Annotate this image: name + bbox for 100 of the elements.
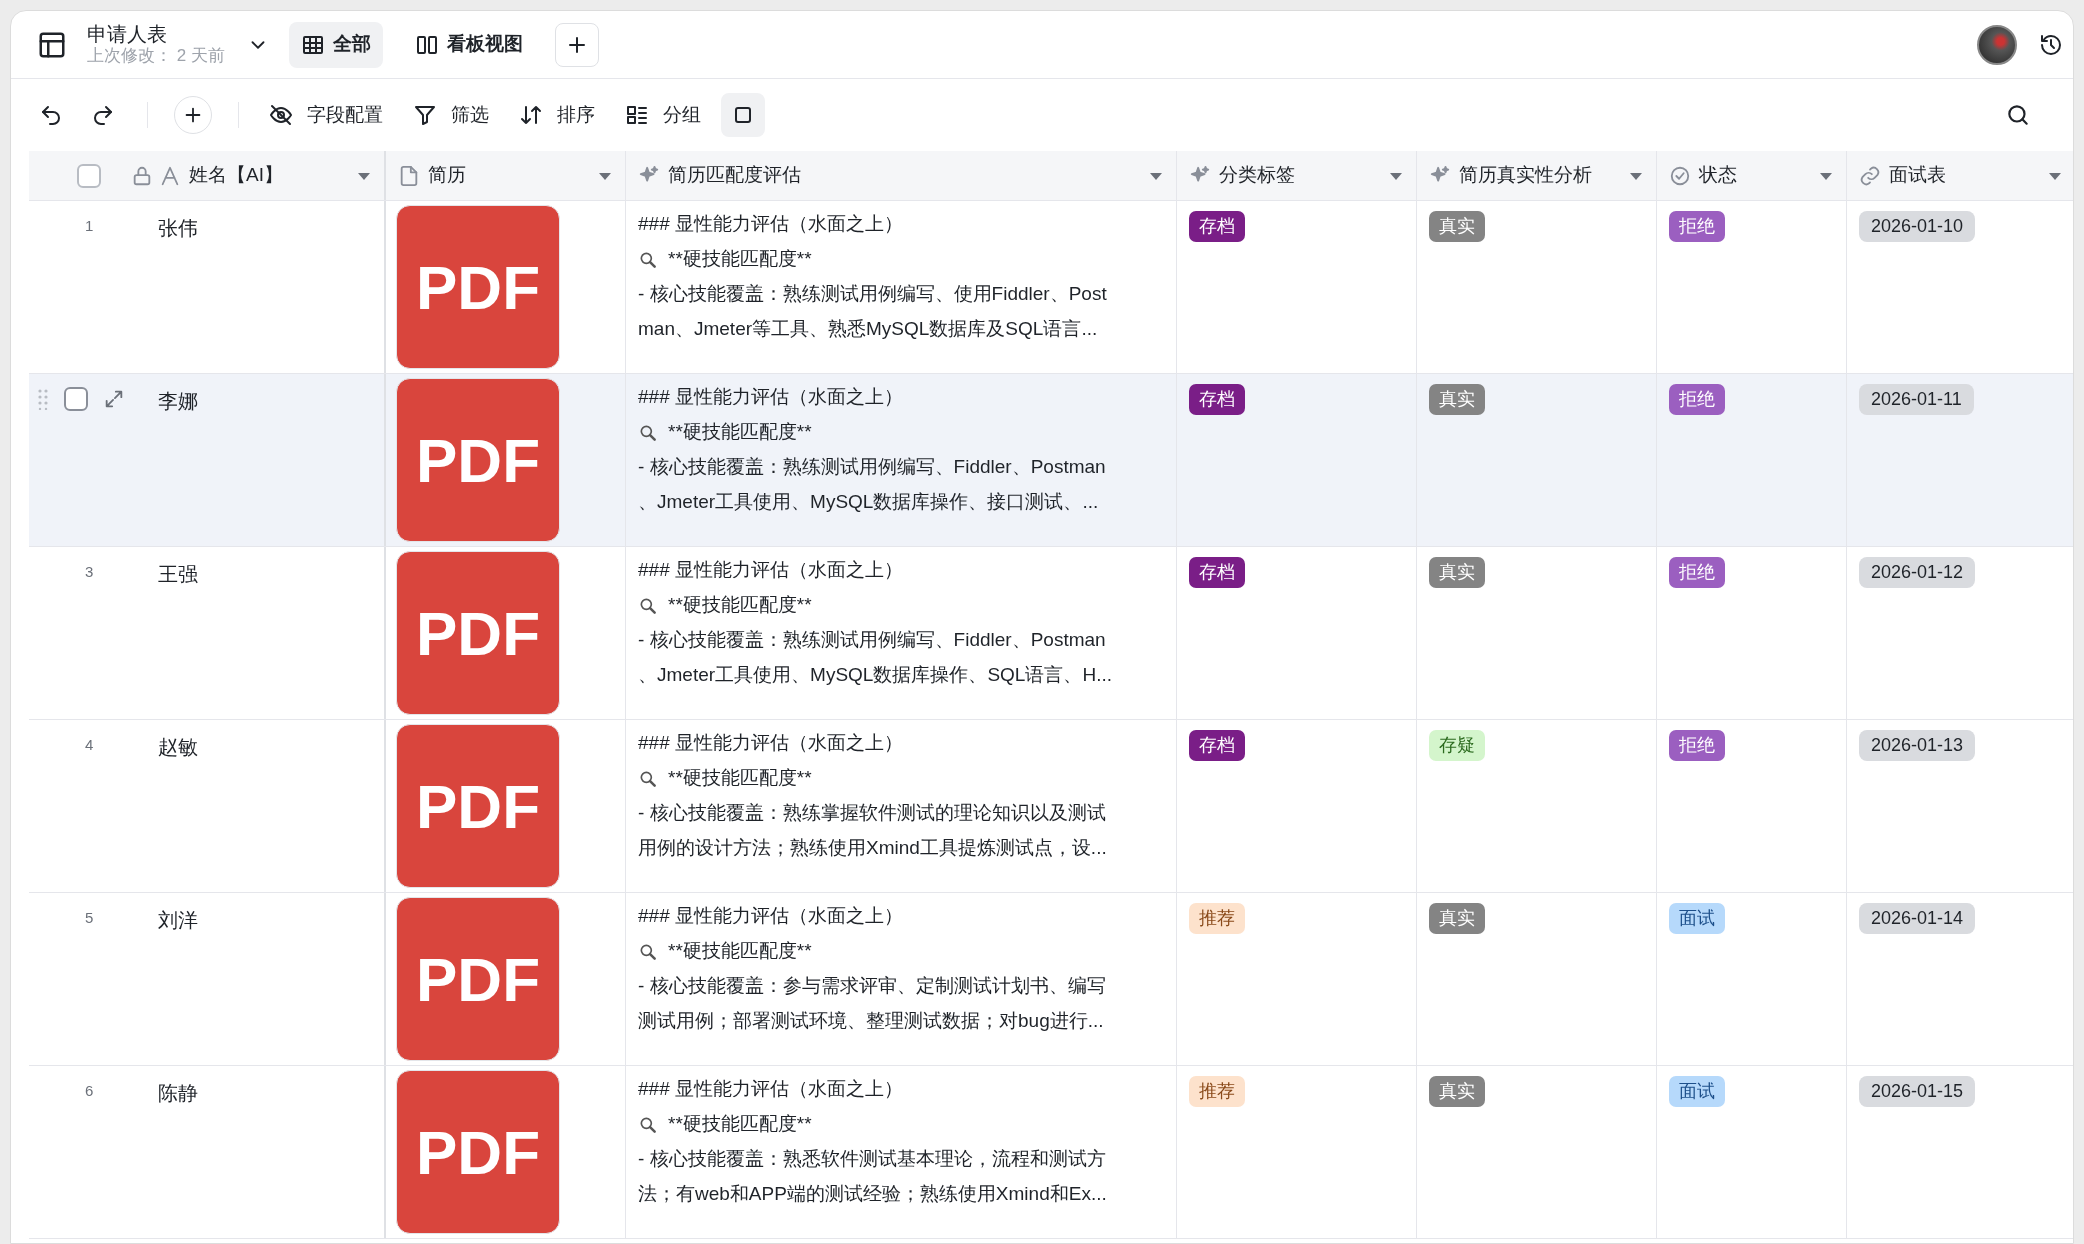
row-number: 1 [85,215,94,236]
text-line: ### 显性能力评估（水面之上） [638,1077,903,1102]
tag: 真实 [1429,557,1485,588]
text-line: **硬技能匹配度** [668,593,812,618]
name-cell-text: 王强 [158,562,198,587]
tag: 存档 [1189,211,1245,242]
link-icon [1859,164,1881,187]
date-chip[interactable]: 2026-01-11 [1859,384,1974,415]
filter-icon [413,103,437,127]
tag: 真实 [1429,211,1485,242]
tag: 面试 [1669,903,1725,934]
tag: 真实 [1429,903,1485,934]
eye-off-icon [269,103,293,127]
text-line: - 核心技能覆盖：熟练掌握软件测试的理论知识以及测试 [638,801,1106,826]
text-line: **硬技能匹配度** [668,420,812,445]
name-cell-text: 李娜 [158,389,198,414]
pdf-thumbnail[interactable]: PDF [396,205,560,369]
date-chip[interactable]: 2026-01-10 [1859,211,1976,242]
tag: 拒绝 [1669,211,1725,242]
toolbar-button[interactable]: 筛选 [403,93,499,137]
name-cell-text: 刘洋 [158,908,198,933]
search-icon[interactable] [2005,102,2031,128]
tag: 推荐 [1189,1076,1245,1107]
name-cell-text: 张伟 [158,216,198,241]
text-line: - 核心技能覆盖：熟练测试用例编写、Fiddler、Postman [638,628,1106,653]
date-chip[interactable]: 2026-01-15 [1859,1076,1976,1107]
date-chip[interactable]: 2026-01-13 [1859,730,1976,761]
last-modified: 上次修改： 2 天前 [87,44,225,67]
date-chip[interactable]: 2026-01-14 [1859,903,1976,934]
text-line: ### 显性能力评估（水面之上） [638,558,903,583]
sort-icon [519,103,543,127]
letter-a-icon [159,164,181,187]
expand-icon[interactable] [103,388,125,410]
tag: 真实 [1429,1076,1485,1107]
check-circle-icon [1669,164,1691,187]
column-header[interactable]: 分类标签 [1219,161,1295,190]
avatar[interactable] [1977,24,2017,65]
toolbar-button[interactable]: 字段配置 [259,93,393,137]
text-line: **硬技能匹配度** [668,1112,812,1137]
text-line: ### 显性能力评估（水面之上） [638,385,903,410]
select-all-checkbox[interactable] [77,163,101,188]
view-tab[interactable]: 全部 [288,21,383,68]
column-header[interactable]: 面试表 [1889,161,1946,190]
text-line: ### 显性能力评估（水面之上） [638,904,903,929]
pdf-thumbnail[interactable]: PDF [396,551,560,715]
text-line: - 核心技能覆盖：熟练测试用例编写、Fiddler、Postman [638,455,1106,480]
tag: 面试 [1669,1076,1725,1107]
text-line: ### 显性能力评估（水面之上） [638,212,903,237]
name-cell-text: 陈静 [158,1081,198,1106]
history-icon[interactable] [2039,32,2063,57]
text-line: 、Jmeter工具使用、MySQL数据库操作、接口测试、... [638,490,1099,515]
column-header[interactable]: 简历 [428,161,466,190]
row-number: 4 [85,734,94,755]
lock-icon [131,164,153,187]
document-icon [398,164,420,187]
text-line: **硬技能匹配度** [668,939,812,964]
table-title: 申请人表 [87,22,168,45]
column-header[interactable]: 姓名【AI】 [189,161,283,190]
tag: 拒绝 [1669,384,1725,415]
toggle-button[interactable] [721,93,765,137]
column-header[interactable]: 状态 [1699,161,1737,190]
view-tab[interactable]: 看板视图 [402,21,535,68]
column-header[interactable]: 简历真实性分析 [1459,161,1592,190]
text-line: 、Jmeter工具使用、MySQL数据库操作、SQL语言、H... [638,663,1112,688]
text-line: ### 显性能力评估（水面之上） [638,731,903,756]
name-cell-text: 赵敏 [158,735,198,760]
text-line: 法；有web和APP端的测试经验；熟练使用Xmind和Ex... [638,1182,1107,1207]
tag: 存档 [1189,730,1245,761]
toolbar-button[interactable]: 排序 [509,93,605,137]
list-icon [625,103,649,127]
tag: 存疑 [1429,730,1485,761]
pdf-thumbnail[interactable]: PDF [396,1070,560,1234]
tag: 推荐 [1189,903,1245,934]
row-number: 3 [85,561,94,582]
text-line: **硬技能匹配度** [668,247,812,272]
row-checkbox[interactable] [64,387,88,411]
text-line: - 核心技能覆盖：熟悉软件测试基本理论，流程和测试方 [638,1147,1106,1172]
redo-icon[interactable] [91,103,115,127]
pdf-thumbnail[interactable]: PDF [396,378,560,542]
tag: 拒绝 [1669,557,1725,588]
date-chip[interactable]: 2026-01-12 [1859,557,1976,588]
pdf-thumbnail[interactable]: PDF [396,897,560,1061]
text-line: 测试用例；部署测试环境、整理测试数据；对bug进行... [638,1009,1104,1034]
toolbar-button[interactable]: 分组 [615,93,711,137]
row-number: 5 [85,907,94,928]
text-line: - 核心技能覆盖：熟练测试用例编写、使用Fiddler、Post [638,282,1107,307]
row-number: 6 [85,1080,94,1101]
text-line: - 核心技能覆盖：参与需求评审、定制测试计划书、编写 [638,974,1106,999]
text-line: 用例的设计方法；熟练使用Xmind工具提炼测试点，设... [638,836,1107,861]
pdf-thumbnail[interactable]: PDF [396,724,560,888]
drag-handle-icon[interactable] [37,388,49,410]
tag: 拒绝 [1669,730,1725,761]
tag: 存档 [1189,384,1245,415]
column-header[interactable]: 简历匹配度评估 [668,161,801,190]
text-line: **硬技能匹配度** [668,766,812,791]
undo-icon[interactable] [39,103,63,127]
tag: 真实 [1429,384,1485,415]
text-line: man、Jmeter等工具、熟悉MySQL数据库及SQL语言... [638,317,1098,342]
add-view-button[interactable] [554,22,599,67]
tag: 存档 [1189,557,1245,588]
